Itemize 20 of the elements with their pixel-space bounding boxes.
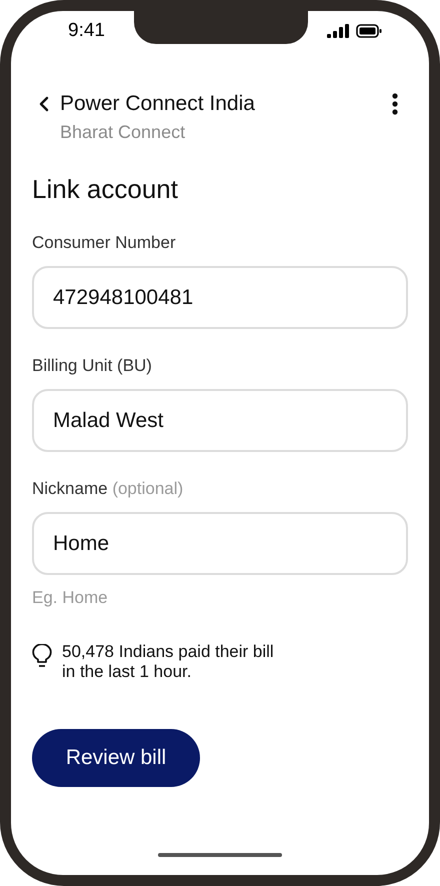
field-label: Consumer Number bbox=[32, 232, 177, 254]
back-icon bbox=[38, 96, 50, 112]
header-title: Power Connect India bbox=[60, 91, 255, 117]
tip-text: 50,478 Indians paid their bill in the last 1 hour. bbox=[62, 642, 274, 682]
header-subtitle: Bharat Connect bbox=[60, 121, 186, 144]
field-label: Nickname (optional) bbox=[32, 478, 184, 500]
signal-icon bbox=[327, 24, 349, 38]
battery-icon bbox=[356, 24, 382, 38]
field-hint: Eg. Home bbox=[32, 587, 109, 609]
review-bill-button[interactable]: Review bill bbox=[32, 729, 200, 787]
more-options-button[interactable] bbox=[390, 92, 400, 116]
back-button[interactable] bbox=[38, 96, 50, 112]
input-field[interactable]: 472948100481 bbox=[32, 266, 408, 329]
page-heading: Link account bbox=[32, 173, 179, 206]
field-label: Billing Unit (BU) bbox=[32, 355, 153, 377]
input-field[interactable]: Home bbox=[32, 512, 408, 575]
lightbulb-icon bbox=[32, 644, 52, 668]
input-field[interactable]: Malad West bbox=[32, 389, 408, 452]
status-time: 9:41 bbox=[68, 18, 105, 43]
more-options-icon bbox=[392, 93, 398, 115]
